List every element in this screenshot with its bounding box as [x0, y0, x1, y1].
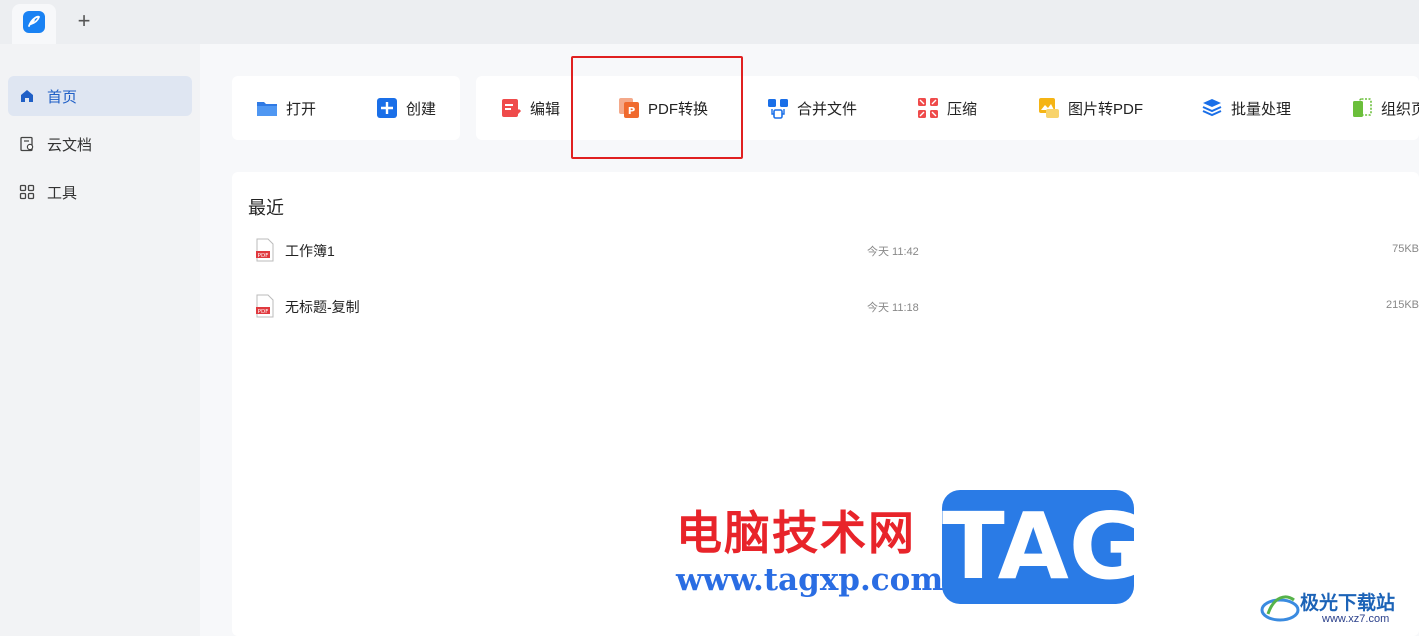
new-tab-button[interactable]: +	[74, 10, 94, 32]
pdf-file-icon: PDF	[256, 294, 274, 318]
sidebar: 首页 云文档 工具	[0, 44, 200, 636]
tab-bar: +	[0, 0, 1419, 44]
file-size: 75KB	[1392, 243, 1419, 255]
file-name: 工作簿1	[285, 243, 335, 259]
compress-label: 压缩	[947, 100, 978, 118]
file-size: 215KB	[1385, 299, 1419, 311]
layers-icon	[1201, 97, 1223, 119]
cloud-doc-icon	[19, 136, 35, 152]
sidebar-item-label: 云文档	[47, 136, 93, 154]
watermark-url: www.tagxp.com	[676, 562, 944, 598]
watermark-text: 电脑技术网	[676, 506, 916, 560]
sidebar-item-label: 工具	[47, 184, 78, 202]
folder-icon	[256, 97, 278, 119]
merge-icon	[767, 97, 789, 119]
file-time: 今天 11:42	[867, 246, 919, 258]
pdf-convert-highlight-box	[571, 56, 743, 159]
sidebar-item-home[interactable]: 首页	[8, 76, 192, 116]
file-row[interactable]: PDF 工作簿1 今天 11:42 75KB	[232, 230, 1419, 274]
watermark-tag-logo: TAG	[942, 490, 1144, 604]
open-button[interactable]: 打开	[256, 76, 316, 140]
sidebar-item-tools[interactable]: 工具	[8, 172, 192, 212]
merge-files-label: 合并文件	[797, 100, 858, 118]
open-label: 打开	[286, 100, 317, 118]
sidebar-item-label: 首页	[47, 88, 78, 106]
merge-files-button[interactable]: 合并文件	[767, 76, 857, 140]
recent-title: 最近	[248, 198, 284, 218]
file-row[interactable]: PDF 无标题-复制 今天 11:18 215KB	[232, 286, 1419, 330]
app-logo-icon	[23, 11, 45, 33]
organize-pages-button[interactable]: 组织页	[1351, 76, 1419, 140]
aurora-logo-icon	[1260, 586, 1300, 626]
batch-process-label: 批量处理	[1231, 100, 1292, 118]
organize-pages-icon	[1351, 97, 1373, 119]
file-name: 无标题-复制	[285, 299, 360, 315]
watermark-site-name: 极光下载站	[1300, 593, 1396, 614]
plus-square-icon	[376, 97, 398, 119]
create-button[interactable]: 创建	[376, 76, 436, 140]
compress-icon	[917, 97, 939, 119]
organize-pages-label: 组织页	[1381, 100, 1419, 118]
file-time: 今天 11:18	[867, 302, 919, 314]
create-label: 创建	[406, 100, 437, 118]
image-to-pdf-label: 图片转PDF	[1068, 100, 1144, 118]
svg-text:PDF: PDF	[258, 253, 269, 259]
home-icon	[19, 88, 35, 104]
pdf-file-icon: PDF	[256, 238, 274, 262]
tools-grid-icon	[19, 184, 35, 200]
file-actions-card: 打开 创建	[232, 76, 460, 140]
sidebar-item-cloud-docs[interactable]: 云文档	[8, 124, 192, 164]
image-to-pdf-icon	[1038, 97, 1060, 119]
home-tab[interactable]	[12, 4, 56, 44]
svg-text:PDF: PDF	[258, 309, 269, 315]
edit-icon	[500, 97, 522, 119]
compress-button[interactable]: 压缩	[917, 76, 977, 140]
edit-button[interactable]: 编辑	[500, 76, 560, 140]
edit-label: 编辑	[530, 100, 561, 118]
batch-process-button[interactable]: 批量处理	[1201, 76, 1291, 140]
image-to-pdf-button[interactable]: 图片转PDF	[1038, 76, 1143, 140]
watermark-site-url: www.xz7.com	[1322, 613, 1390, 625]
